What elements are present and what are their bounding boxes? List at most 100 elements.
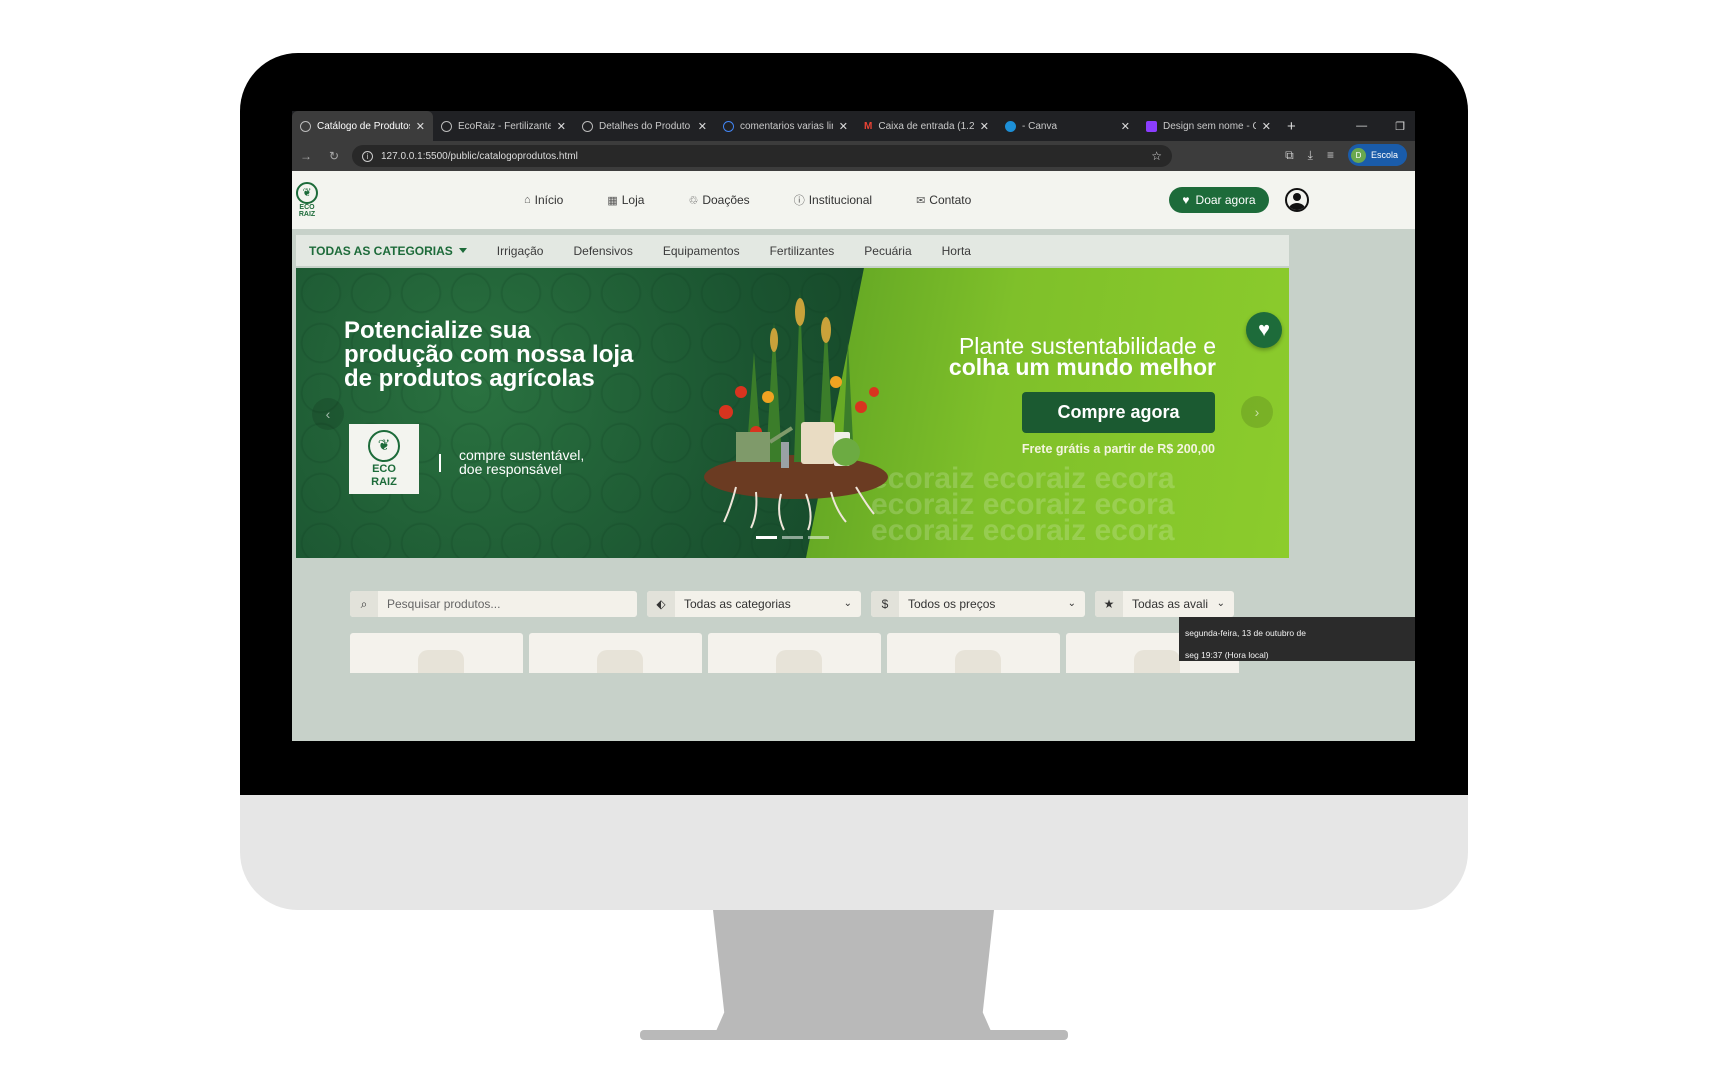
nav-item-contato[interactable]: ✉ Contato <box>916 193 971 207</box>
rating-select[interactable]: Todas as avali ⌄ <box>1123 591 1234 617</box>
clock-tooltip: segunda-feira, 13 de outubro de seg 19:3… <box>1179 617 1415 661</box>
download-icon[interactable]: ⤓ <box>1308 148 1313 163</box>
canva-design-icon <box>1146 120 1157 132</box>
tab-title: Detalhes do Produto <box>599 120 691 132</box>
profile-button[interactable]: D Escola <box>1347 144 1407 166</box>
slogan-line-bold: colha um mundo melhor <box>948 354 1216 380</box>
nav-item-doacoes[interactable]: ♲ Doações <box>688 193 749 207</box>
hero-logo-text: RAIZ <box>371 476 397 488</box>
product-card[interactable] <box>887 633 1060 673</box>
carousel-dot[interactable] <box>756 536 777 539</box>
heart-icon: ♥ <box>1182 193 1190 207</box>
search-field[interactable]: ⌕ Pesquisar produtos... <box>350 591 637 617</box>
tooltip-time: seg 19:37 (Hora local) <box>1185 650 1269 660</box>
filter-bar: ⌕ Pesquisar produtos... ⬖ Todas as categ… <box>350 591 1234 617</box>
product-image <box>776 650 822 673</box>
shop-now-button[interactable]: Compre agora <box>1022 392 1215 433</box>
search-icon: ⌕ <box>350 591 378 617</box>
hero-tagline: compre sustentável, doe responsável <box>459 448 584 476</box>
nav-item-inicio[interactable]: ⌂ Início <box>524 193 563 207</box>
favorite-heart-button[interactable]: ♥ <box>1246 312 1282 348</box>
tab-title: EcoRaiz - Fertilizantes <box>458 120 551 132</box>
chevron-down-icon: ⌄ <box>1067 598 1076 609</box>
browser-tab[interactable]: EcoRaiz - Fertilizantes ✕ <box>433 111 574 141</box>
user-account-icon[interactable] <box>1285 188 1309 212</box>
price-select[interactable]: Todos os preços ⌄ <box>899 591 1085 617</box>
category-link-horta[interactable]: Horta <box>942 244 971 258</box>
price-select-value: Todos os preços <box>908 597 996 611</box>
category-link-pecuaria[interactable]: Pecuária <box>864 244 911 258</box>
browser-toolbar: → ↻ i 127.0.0.1:5500/public/catalogoprod… <box>292 141 1415 171</box>
mail-icon: ✉ <box>916 194 926 207</box>
category-select[interactable]: Todas as categorias ⌄ <box>675 591 861 617</box>
category-select-value: Todas as categorias <box>684 597 791 611</box>
main-nav: ⌂ Início ▦ Loja ♲ Doações ⓘ Instituciona… <box>524 171 971 229</box>
avatar: D <box>1350 147 1366 163</box>
address-bar[interactable]: i 127.0.0.1:5500/public/catalogoprodutos… <box>352 145 1172 167</box>
product-image <box>1134 650 1180 673</box>
browser-tab[interactable]: comentarios varias linhas ✕ <box>715 111 856 141</box>
hero-illustration <box>704 292 888 531</box>
restore-icon[interactable]: ❐ <box>1395 120 1405 133</box>
close-icon[interactable]: ✕ <box>1262 120 1271 133</box>
rating-select-value: Todas as avali <box>1132 597 1209 611</box>
forward-icon[interactable]: → <box>292 149 320 163</box>
caret-down-icon <box>458 248 467 253</box>
browser-tab[interactable]: M Caixa de entrada (1.2 ✕ <box>856 111 997 141</box>
nav-item-institucional[interactable]: ⓘ Institucional <box>794 192 872 208</box>
browser-tab[interactable]: - Canva ✕ <box>997 111 1138 141</box>
close-icon[interactable]: ✕ <box>1121 120 1130 133</box>
reload-icon[interactable]: ↻ <box>320 149 348 163</box>
close-icon[interactable]: ✕ <box>839 120 848 133</box>
carousel-prev-button[interactable]: ‹ <box>312 398 344 430</box>
donate-label: Doar agora <box>1195 193 1256 207</box>
product-card[interactable] <box>708 633 881 673</box>
category-link-equipamentos[interactable]: Equipamentos <box>663 244 740 258</box>
browser-tab[interactable]: Catálogo de Produtos ✕ <box>292 111 433 141</box>
tagline-line: doe responsável <box>459 461 562 477</box>
browser-tab[interactable]: Detalhes do Produto ✕ <box>574 111 715 141</box>
close-icon[interactable]: ✕ <box>416 120 425 133</box>
browser-tab[interactable]: Design sem nome - Canva ✕ <box>1138 111 1279 141</box>
category-link-defensivos[interactable]: Defensivos <box>573 244 632 258</box>
hero-slogan: Plante sustentabilidade e colha um mundo… <box>886 335 1216 380</box>
product-image <box>955 650 1001 673</box>
donate-button[interactable]: ♥ Doar agora <box>1169 187 1269 213</box>
product-card[interactable] <box>350 633 523 673</box>
close-icon[interactable]: ✕ <box>980 120 989 133</box>
tab-title: comentarios varias linhas <box>740 120 833 132</box>
google-icon <box>723 120 734 132</box>
logo-text: ECO <box>299 204 315 211</box>
media-control-icon[interactable]: ≡ <box>1327 148 1334 162</box>
close-icon[interactable]: ✕ <box>698 120 707 133</box>
carousel-dot[interactable] <box>808 536 829 539</box>
chevron-down-icon: ⌄ <box>1216 598 1225 609</box>
hero-carousel: ecoraiz ecoraiz ecora ecoraiz ecoraiz ec… <box>296 268 1289 558</box>
search-input[interactable]: Pesquisar produtos... <box>378 591 500 617</box>
site-info-icon[interactable]: i <box>362 150 373 162</box>
category-link-irrigacao[interactable]: Irrigação <box>497 244 544 258</box>
carousel-next-button[interactable]: › <box>1241 396 1273 428</box>
carousel-indicators <box>756 536 829 539</box>
product-card[interactable] <box>529 633 702 673</box>
tooltip-date: segunda-feira, 13 de outubro de <box>1185 628 1306 638</box>
price-filter[interactable]: $ Todos os preços ⌄ <box>871 591 1085 617</box>
bookmark-star-icon[interactable]: ☆ <box>1151 149 1162 163</box>
site-logo[interactable]: ❦ ECO RAIZ <box>295 182 319 218</box>
nav-item-loja[interactable]: ▦ Loja <box>607 193 644 207</box>
carousel-dot[interactable] <box>782 536 803 539</box>
category-filter[interactable]: ⬖ Todas as categorias ⌄ <box>647 591 861 617</box>
new-tab-button[interactable]: + <box>1279 118 1304 135</box>
all-categories-dropdown[interactable]: TODAS AS CATEGORIAS <box>309 244 467 258</box>
logo-text: RAIZ <box>298 211 316 218</box>
extensions-icon[interactable]: ⧉ <box>1285 148 1294 163</box>
nav-label: Doações <box>702 193 750 207</box>
minimize-icon[interactable]: — <box>1356 120 1367 132</box>
hero-logo: ❦ ECO RAIZ <box>349 424 419 494</box>
home-icon: ⌂ <box>524 194 531 206</box>
category-link-fertilizantes[interactable]: Fertilizantes <box>770 244 835 258</box>
globe-icon <box>582 120 593 132</box>
rating-filter[interactable]: ★ Todas as avali ⌄ <box>1095 591 1234 617</box>
window-controls: — ❐ <box>1356 111 1405 141</box>
close-icon[interactable]: ✕ <box>557 120 566 133</box>
